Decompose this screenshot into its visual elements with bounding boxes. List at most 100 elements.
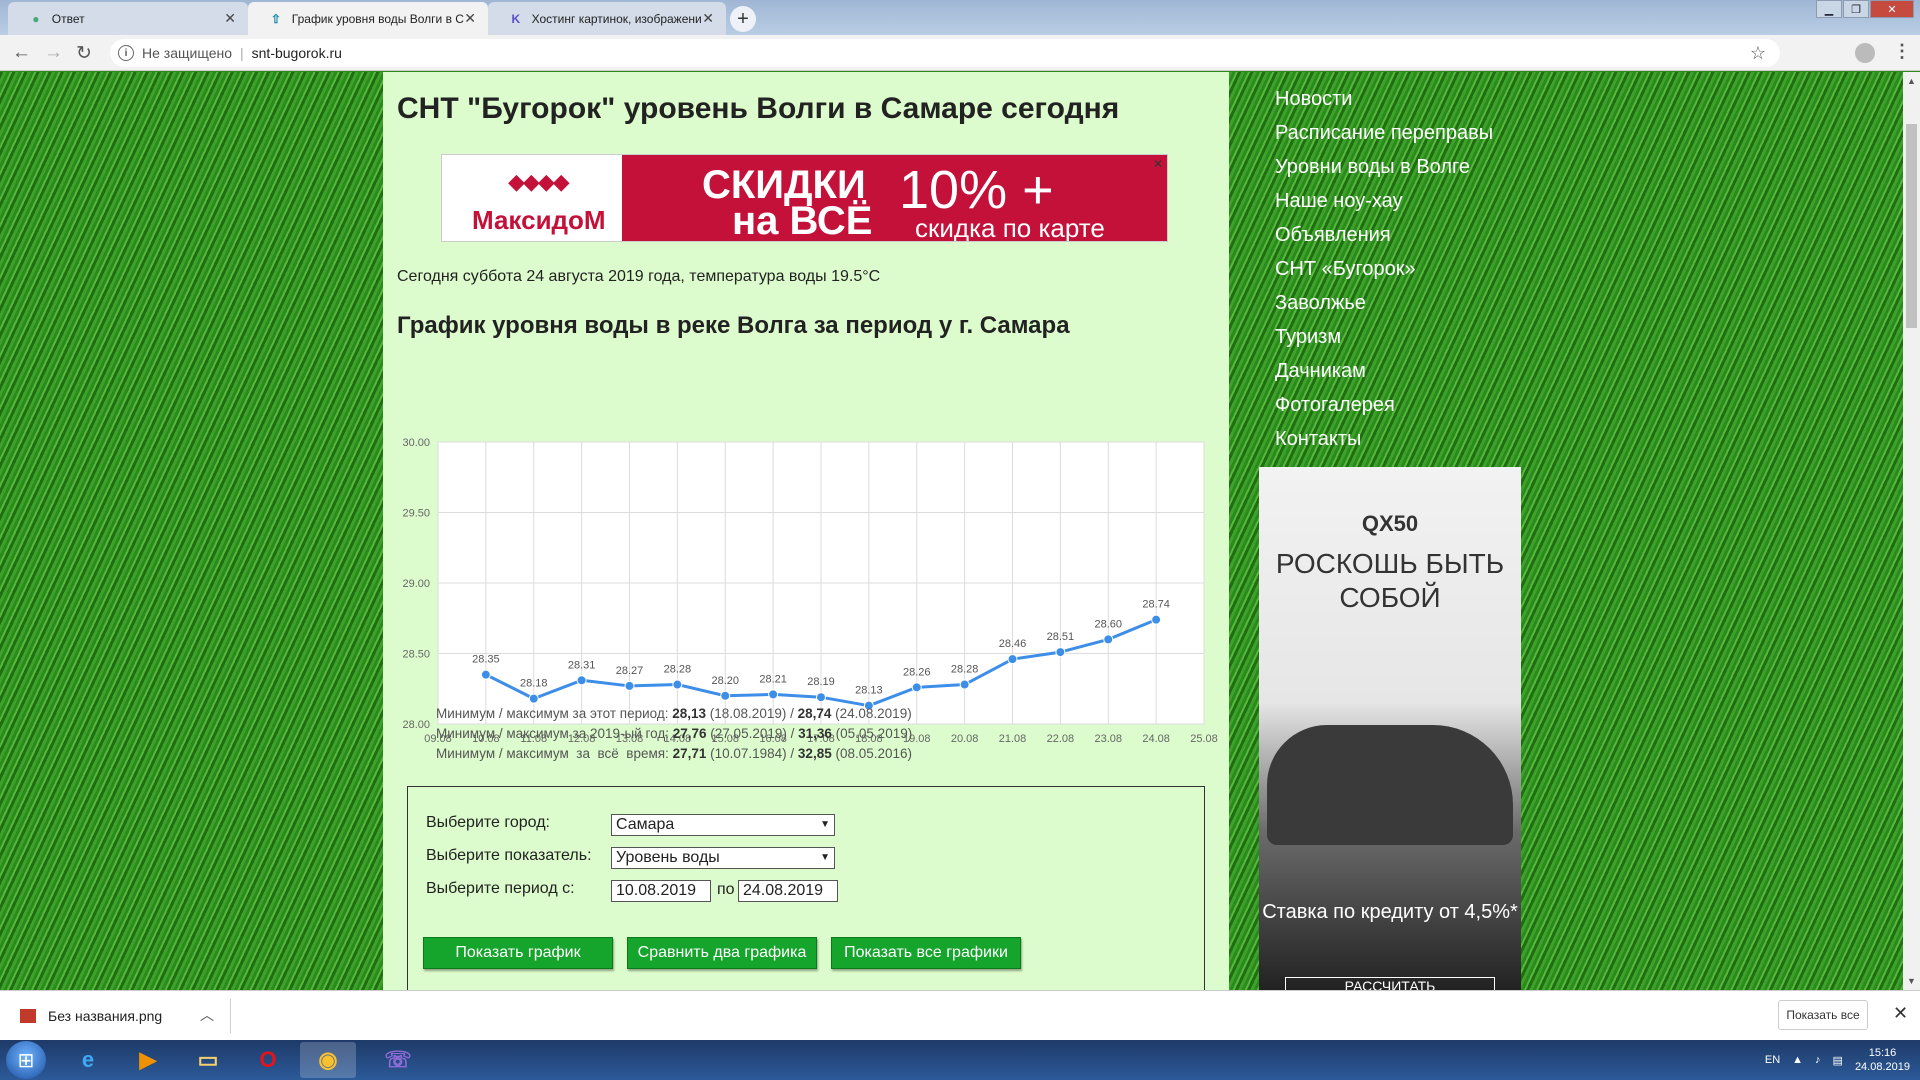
sidebar-item-tourism[interactable]: Туризм — [1275, 322, 1493, 356]
download-file-name[interactable]: Без названия.png — [48, 1008, 162, 1024]
logo-diamonds-icon: ◆◆◆◆ — [508, 169, 570, 194]
period-to-label: по — [717, 881, 735, 898]
banner-line2: на ВСЁ — [732, 199, 873, 242]
forward-icon[interactable]: → — [44, 42, 63, 64]
data-point — [911, 682, 922, 693]
main-content: СНТ "Бугорок" уровень Волги в Самаре сег… — [383, 72, 1229, 990]
sidebar-item-photogallery[interactable]: Фотогалерея — [1275, 390, 1493, 424]
start-button[interactable]: ⊞ — [6, 1041, 46, 1079]
ad-banner[interactable]: ◆◆◆◆ МаксидоМ СКИДКИ на ВСЁ 10% + скидка… — [441, 154, 1168, 242]
volume-icon[interactable]: ♪ — [1815, 1054, 1821, 1066]
banner-sub: скидка по карте — [915, 213, 1105, 242]
bookmark-star-icon[interactable]: ☆ — [1750, 43, 1766, 64]
sidebar-item-zavolzhye[interactable]: Заволжье — [1275, 288, 1493, 322]
back-icon[interactable]: ← — [12, 42, 31, 64]
ad-slogan: РОСКОШЬ БЫТЬ СОБОЙ — [1275, 548, 1505, 613]
banner-discount: 10% + — [899, 160, 1054, 220]
banner-close-icon[interactable]: ✕ — [1153, 157, 1163, 171]
scroll-down-icon[interactable]: ▼ — [1907, 976, 1916, 986]
tray-arrow-icon[interactable]: ▲ — [1792, 1054, 1803, 1066]
k-logo-icon: K — [511, 11, 521, 26]
page-title: СНТ "Бугорок" уровень Волги в Самаре сег… — [397, 92, 1120, 125]
show-chart-button[interactable]: Показать график — [423, 937, 613, 969]
info-icon[interactable]: i — [118, 45, 134, 61]
windows-taskbar: ⊞ e ▶ ▭ O ◉ ☏ EN ▲ ♪ ▤ 15:16 24.08.2019 — [0, 1040, 1920, 1080]
dropdown-arrow-icon: ▼ — [820, 819, 830, 830]
side-ad-banner[interactable]: QX50 РОСКОШЬ БЫТЬ СОБОЙ Ставка по кредит… — [1259, 467, 1521, 990]
clock[interactable]: 15:16 24.08.2019 — [1855, 1046, 1910, 1074]
sidebar-item-announcements[interactable]: Объявления — [1275, 220, 1493, 254]
sidebar-item-snt[interactable]: СНТ «Бугорок» — [1275, 254, 1493, 288]
sidebar-item-dachniki[interactable]: Дачникам — [1275, 356, 1493, 390]
profile-avatar[interactable] — [1855, 43, 1875, 63]
globe-icon: ● — [32, 11, 40, 26]
data-point — [1007, 654, 1018, 665]
page-scrollbar[interactable]: ▲ ▼ — [1903, 72, 1920, 990]
tab-label: Ответ — [51, 11, 85, 26]
close-downloads-icon[interactable]: ✕ — [1893, 1003, 1908, 1024]
sidebar-nav: Новости Расписание переправы Уровни воды… — [1275, 84, 1493, 458]
address-bar[interactable]: i Не защищено | snt-bugorok.ru ☆ — [110, 39, 1780, 67]
system-tray: EN ▲ ♪ ▤ 15:16 24.08.2019 — [1765, 1040, 1910, 1080]
scroll-thumb[interactable] — [1906, 124, 1917, 328]
data-point — [768, 689, 779, 700]
network-icon[interactable]: ▤ — [1833, 1054, 1843, 1067]
tab-close-icon[interactable]: ✕ — [702, 10, 714, 27]
reload-icon[interactable]: ↻ — [76, 42, 92, 65]
chevron-up-icon[interactable]: ︿ — [200, 1005, 214, 1025]
sidebar-item-contacts[interactable]: Контакты — [1275, 424, 1493, 458]
tab-otvet[interactable]: ● Ответ ✕ — [8, 2, 248, 35]
x-tick-label: 22.08 — [1047, 733, 1075, 745]
tab-close-icon[interactable]: ✕ — [224, 10, 236, 27]
menu-dots-icon[interactable]: ⋮ — [1893, 41, 1911, 62]
ad-credit: Ставка по кредиту от 4,5%* — [1262, 901, 1518, 923]
tab-volga-chart[interactable]: ⇧ График уровня воды Волги в Са ✕ — [248, 2, 488, 35]
show-all-charts-button[interactable]: Показать все графики — [831, 937, 1021, 969]
car-image — [1267, 725, 1513, 845]
x-tick-label: 20.08 — [951, 733, 979, 745]
data-label: 28.46 — [999, 638, 1027, 650]
city-select[interactable]: Самара ▼ — [611, 814, 835, 836]
security-label: Не защищено — [142, 45, 232, 61]
data-label: 28.27 — [616, 665, 644, 677]
sidebar-item-know-how[interactable]: Наше ноу-хау — [1275, 186, 1493, 220]
sidebar-item-news[interactable]: Новости — [1275, 84, 1493, 118]
window-close-button[interactable]: ✕ — [1870, 0, 1914, 18]
water-level-chart: 09.08 10.08 11.08 12.08 13.08 14.08 15.08 16.08… — [402, 437, 1217, 745]
minimize-button[interactable]: ▁ — [1816, 0, 1842, 18]
compare-charts-button[interactable]: Сравнить два графика — [627, 937, 817, 969]
y-tick-label: 29.50 — [402, 508, 430, 520]
data-point — [816, 692, 826, 703]
date-to-input[interactable]: 24.08.2019 — [738, 880, 838, 902]
chrome-icon[interactable]: ◉ — [300, 1042, 356, 1078]
language-indicator[interactable]: EN — [1765, 1054, 1780, 1066]
sidebar-item-ferry-schedule[interactable]: Расписание переправы — [1275, 118, 1493, 152]
viber-icon[interactable]: ☏ — [370, 1042, 426, 1078]
sidebar-item-water-levels[interactable]: Уровни воды в Волге — [1275, 152, 1493, 186]
stats-row: Минимум / максимум за всё время: 27,71 (… — [436, 746, 913, 761]
scroll-up-icon[interactable]: ▲ — [1907, 76, 1916, 86]
data-point — [959, 679, 970, 690]
data-label: 28.20 — [711, 675, 739, 687]
opera-icon[interactable]: O — [240, 1042, 296, 1078]
stats-block: Минимум / максимум за этот период: 28,13… — [436, 704, 912, 764]
x-tick-label: 21.08 — [999, 733, 1027, 745]
data-label: 28.74 — [1142, 599, 1170, 611]
new-tab-button[interactable]: + — [730, 6, 756, 32]
ie-icon[interactable]: e — [60, 1042, 116, 1078]
show-all-downloads-button[interactable]: Показать все — [1778, 1000, 1868, 1030]
metric-select[interactable]: Уровень воды ▼ — [611, 847, 835, 869]
ad-brand: QX50 — [1361, 511, 1419, 536]
tab-image-hosting[interactable]: K Хостинг картинок, изображени ✕ — [488, 2, 726, 35]
tab-close-icon[interactable]: ✕ — [464, 10, 476, 27]
maximize-button[interactable]: ❐ — [1843, 0, 1869, 18]
media-player-icon[interactable]: ▶ — [120, 1042, 176, 1078]
ad-cta-button[interactable]: РАССЧИТАТЬ — [1285, 977, 1495, 990]
data-label: 28.19 — [807, 676, 835, 688]
date-from-input[interactable]: 10.08.2019 — [611, 880, 711, 902]
explorer-folder-icon[interactable]: ▭ — [180, 1042, 236, 1078]
chart-settings-form: Выберите город: Самара ▼ Выберите показат… — [407, 786, 1205, 990]
url-text[interactable]: snt-bugorok.ru — [252, 45, 342, 61]
divider — [230, 999, 231, 1033]
data-label: 28.35 — [472, 654, 500, 666]
